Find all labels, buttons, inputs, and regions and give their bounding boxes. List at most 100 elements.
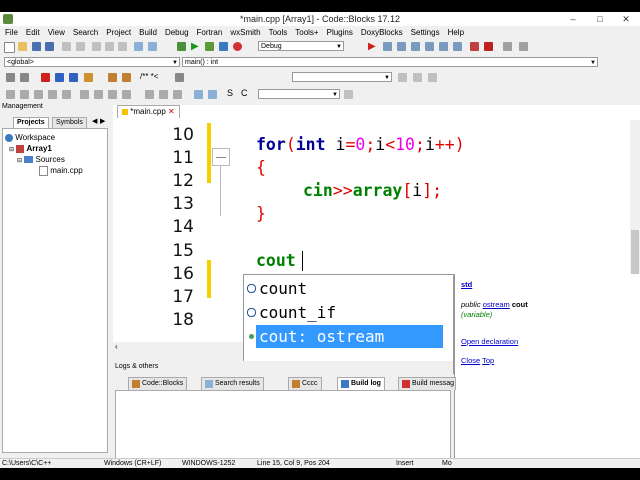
tabs-scroll-left-icon[interactable]: ◀	[92, 117, 97, 125]
menu-tools-plus[interactable]: Tools+	[292, 27, 321, 38]
tabs-scroll-right-icon[interactable]: ▶	[100, 117, 105, 125]
format-icon[interactable]	[122, 90, 131, 99]
log-tab-codeblocks[interactable]: Code::Blocks	[128, 377, 188, 390]
editor-tab-main-cpp[interactable]: *main.cpp ✕	[117, 105, 180, 118]
tree-file[interactable]: main.cpp	[39, 166, 83, 176]
format-icon[interactable]	[48, 90, 57, 99]
zoom-out-icon[interactable]	[208, 90, 217, 99]
find-prev-icon[interactable]	[413, 73, 422, 82]
next-instruction-icon[interactable]	[439, 42, 448, 51]
menu-wxsmith[interactable]: wxSmith	[227, 27, 263, 38]
doc-type-link[interactable]: ostream	[483, 300, 510, 309]
menu-debug[interactable]: Debug	[162, 27, 192, 38]
debug-info-icon[interactable]	[519, 42, 528, 51]
log-tab-search-results[interactable]: Search results	[201, 377, 264, 390]
menu-project[interactable]: Project	[103, 27, 134, 38]
next-bookmark-icon[interactable]	[69, 73, 78, 82]
collapse-icon[interactable]: ⊟	[9, 147, 14, 153]
rebuild-icon[interactable]	[219, 42, 228, 51]
menu-view[interactable]: View	[45, 27, 68, 38]
secondary-search-select[interactable]: ▼	[258, 89, 340, 99]
stop-debug-icon[interactable]	[484, 42, 493, 51]
open-folder-icon[interactable]	[18, 42, 27, 51]
menu-search[interactable]: Search	[70, 27, 101, 38]
pause-debug-icon[interactable]	[470, 42, 479, 51]
prev-bookmark-icon[interactable]	[55, 73, 64, 82]
format-icon[interactable]	[159, 90, 168, 99]
menu-file[interactable]: File	[2, 27, 21, 38]
search-select[interactable]: ▼	[292, 72, 392, 82]
line-comment-icon[interactable]	[175, 73, 184, 82]
format-icon[interactable]	[108, 90, 117, 99]
tree-workspace[interactable]: Workspace	[5, 133, 55, 142]
zoom-in-icon[interactable]	[194, 90, 203, 99]
menu-fortran[interactable]: Fortran	[194, 27, 226, 38]
log-tab-build-log[interactable]: Build log	[337, 377, 385, 390]
build-target-select[interactable]: Debug ▼	[258, 41, 344, 51]
debug-windows-icon[interactable]	[503, 42, 512, 51]
step-into-instruction-icon[interactable]	[453, 42, 462, 51]
tab-symbols[interactable]: Symbols	[52, 117, 87, 128]
run-icon[interactable]: ▶	[191, 42, 200, 52]
jump-forward-icon[interactable]	[20, 73, 29, 82]
close-button[interactable]: ✕	[613, 12, 639, 26]
save-icon[interactable]	[32, 42, 41, 51]
toggle-bookmark-icon[interactable]	[41, 73, 50, 82]
close-tab-icon[interactable]: ✕	[168, 107, 175, 116]
undo-icon[interactable]	[62, 42, 71, 51]
step-out-icon[interactable]	[425, 42, 434, 51]
menu-edit[interactable]: Edit	[23, 27, 43, 38]
doxywizard-icon[interactable]	[108, 73, 117, 82]
menu-help[interactable]: Help	[445, 27, 467, 38]
save-all-icon[interactable]	[45, 42, 54, 51]
collapse-icon[interactable]: ⊟	[17, 158, 22, 164]
redo-icon[interactable]	[76, 42, 85, 51]
format-icon[interactable]	[62, 90, 71, 99]
menu-tools[interactable]: Tools	[266, 27, 291, 38]
doc-namespace-link[interactable]: std	[461, 280, 472, 289]
menu-doxyblocks[interactable]: DoxyBlocks	[358, 27, 406, 38]
format-icon[interactable]	[20, 90, 29, 99]
tree-sources-folder[interactable]: ⊟ Sources	[17, 155, 65, 164]
format-icon[interactable]	[173, 90, 182, 99]
search-go-icon[interactable]	[344, 90, 353, 99]
jump-back-icon[interactable]	[6, 73, 15, 82]
abort-icon[interactable]	[233, 42, 242, 51]
find-icon[interactable]	[134, 42, 143, 51]
maximize-button[interactable]: □	[587, 12, 613, 26]
paste-icon[interactable]	[118, 42, 127, 51]
format-icon[interactable]	[80, 90, 89, 99]
doxyblocks-extract-icon[interactable]	[122, 73, 131, 82]
minimize-button[interactable]: –	[560, 12, 586, 26]
build-gear-icon[interactable]	[177, 42, 186, 51]
build-and-run-icon[interactable]	[205, 42, 214, 51]
format-icon[interactable]	[34, 90, 43, 99]
doc-close-link[interactable]: Close	[461, 356, 480, 365]
menu-settings[interactable]: Settings	[408, 27, 443, 38]
log-tab-cccc[interactable]: Cccc	[288, 377, 322, 390]
find-next-icon[interactable]	[398, 73, 407, 82]
format-icon[interactable]	[94, 90, 103, 99]
new-file-icon[interactable]	[4, 42, 15, 53]
run-to-cursor-icon[interactable]	[383, 42, 392, 51]
find-options-icon[interactable]	[428, 73, 437, 82]
clear-bookmarks-icon[interactable]	[84, 73, 93, 82]
debug-start-icon[interactable]: ▶	[368, 42, 377, 52]
scope-select[interactable]: <global> ▼	[4, 57, 180, 67]
c-icon[interactable]: C	[241, 88, 248, 98]
s-icon[interactable]: S	[227, 88, 233, 98]
step-into-icon[interactable]	[411, 42, 420, 51]
tree-project[interactable]: ⊟ Array1	[9, 144, 52, 153]
doc-top-link[interactable]: Top	[482, 356, 494, 365]
menu-build[interactable]: Build	[136, 27, 160, 38]
next-line-icon[interactable]	[397, 42, 406, 51]
log-tab-build-messages[interactable]: Build messag	[398, 377, 456, 390]
scroll-left-icon[interactable]: ‹	[115, 342, 118, 351]
tab-projects[interactable]: Projects	[13, 117, 49, 128]
menu-plugins[interactable]: Plugins	[324, 27, 356, 38]
replace-icon[interactable]	[148, 42, 157, 51]
open-declaration-link[interactable]: Open declaration	[461, 337, 518, 346]
fold-collapse-icon[interactable]	[212, 148, 230, 166]
function-select[interactable]: main() : int ▼	[182, 57, 598, 67]
comment-block-button[interactable]: /** *<	[140, 72, 158, 81]
